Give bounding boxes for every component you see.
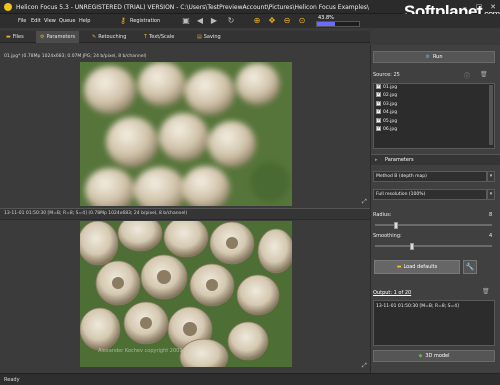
smoothing-slider[interactable]: [375, 242, 492, 250]
helicon-app-icon: [4, 3, 12, 11]
checkbox[interactable]: [376, 108, 381, 117]
tab-text-scale[interactable]: T Text/Scale: [140, 31, 178, 43]
checkbox[interactable]: [376, 91, 381, 100]
list-item[interactable]: 05.jpg: [374, 117, 494, 126]
list-item[interactable]: 06.jpg: [374, 125, 494, 134]
trash-icon[interactable]: 🗑: [482, 288, 490, 295]
menu-bar: File Edit View Queue Help ⚷ Registration…: [0, 14, 500, 28]
checkbox[interactable]: [376, 117, 381, 125]
menu-edit[interactable]: Edit: [31, 18, 41, 24]
gear-icon: ⚙: [40, 34, 45, 40]
cube-icon: ◆: [418, 353, 423, 359]
back-arrow-icon[interactable]: ◀: [195, 16, 205, 26]
run-button[interactable]: ⚙ Run: [373, 51, 495, 63]
window-title: Helicon Focus 5.3 - UNREGISTERED (TRIAL)…: [16, 4, 369, 11]
registration-button[interactable]: Registration: [130, 18, 160, 24]
key-icon[interactable]: ⚷: [118, 16, 128, 26]
checkbox[interactable]: [376, 100, 381, 108]
method-select[interactable]: Method B (depth map): [373, 171, 487, 182]
tab-files[interactable]: ▬ Files: [2, 31, 28, 43]
progress-bar: [316, 21, 360, 27]
parameters-icon: ▸: [375, 157, 378, 163]
save-icon[interactable]: ▣: [181, 16, 191, 26]
tab-retouching[interactable]: ✎ Retouching: [88, 31, 130, 43]
expand-pane-icon[interactable]: ⤢: [362, 198, 367, 206]
expand-pane-icon[interactable]: ⤢: [362, 362, 367, 370]
refresh-icon[interactable]: ↻: [226, 16, 236, 26]
radius-label: Radius:: [373, 212, 392, 218]
trash-icon[interactable]: 🗑: [480, 71, 488, 78]
source-count-label: Source: 25: [373, 72, 400, 78]
status-text: Ready: [4, 377, 20, 383]
menu-help[interactable]: Help: [79, 18, 90, 24]
brush-icon: ✎: [92, 34, 97, 40]
output-count-label[interactable]: Output: 1 of 20: [373, 290, 411, 296]
file-list-scrollbar[interactable]: [489, 85, 493, 145]
radius-slider[interactable]: [375, 221, 492, 229]
smoothing-label: Smoothing:: [373, 233, 402, 239]
radius-slider-thumb[interactable]: [394, 221, 399, 229]
zoom-in-icon[interactable]: ⊕: [252, 16, 262, 26]
tab-parameters[interactable]: ⚙ Parameters: [36, 31, 80, 43]
parameters-section-header[interactable]: ▸ Parameters: [371, 154, 500, 165]
zoom-fit-icon[interactable]: ⊙: [297, 16, 307, 26]
checkbox[interactable]: [376, 84, 381, 91]
tab-saving[interactable]: ▤ Saving: [193, 31, 225, 43]
list-item[interactable]: 04.jpg: [374, 108, 494, 117]
radius-value: 8: [489, 212, 493, 218]
3d-model-button[interactable]: ◆ 3D model: [373, 350, 495, 362]
status-bar: Ready: [0, 373, 500, 385]
result-image-info: 13-11-01 01:50:30 [M=B; R=8; S=4] (0.78M…: [4, 211, 188, 216]
disk-icon: ▤: [197, 34, 202, 40]
chevron-down-icon[interactable]: ▾: [487, 171, 495, 182]
menu-file[interactable]: File: [18, 18, 26, 24]
tab-bar: ▬ Files ⚙ Parameters ✎ Retouching T Text/Sca…: [0, 31, 370, 43]
chevron-down-icon[interactable]: ▾: [487, 189, 495, 200]
smoothing-value: 4: [489, 233, 493, 239]
load-defaults-button[interactable]: ▬ Load defaults: [374, 260, 460, 274]
move-icon[interactable]: ✥: [267, 16, 277, 26]
menu-queue[interactable]: Queue: [59, 18, 75, 24]
list-item[interactable]: 02.jpg: [374, 91, 494, 100]
text-scale-icon: T: [144, 34, 148, 40]
source-file-list[interactable]: 01.jpg 02.jpg 03.jpg 04.jpg 05.jpg 06.jp…: [373, 83, 495, 149]
list-item[interactable]: 01.jpg: [374, 84, 494, 92]
folder-icon: ▬: [6, 34, 11, 40]
source-image-info: 01.jpg* (0.78Mp 1024x683; 0.07M JPG; 24 …: [4, 54, 147, 59]
output-list[interactable]: 13-11-01 01:50:30 [M=B; R=8; S=4]: [373, 300, 495, 346]
info-icon[interactable]: ⓘ: [464, 71, 470, 80]
progress-fill: [317, 22, 336, 26]
zoom-out-icon[interactable]: ⊖: [282, 16, 292, 26]
forward-arrow-icon[interactable]: ▶: [209, 16, 219, 26]
resolution-select[interactable]: Full resolution (100%): [373, 189, 487, 200]
list-item[interactable]: 13-11-01 01:50:30 [M=B; R=8; S=4]: [376, 304, 492, 309]
photo-copyright-watermark: Alexander Kochev copyright 2009: [98, 348, 183, 354]
wrench-icon[interactable]: 🔧: [463, 260, 477, 274]
list-item[interactable]: 03.jpg: [374, 100, 494, 109]
source-image[interactable]: [80, 62, 292, 206]
checkbox[interactable]: [376, 125, 381, 133]
smoothing-slider-thumb[interactable]: [410, 242, 415, 250]
menu-view[interactable]: View: [44, 18, 56, 24]
gear-icon: ⚙: [425, 54, 430, 60]
result-image[interactable]: [80, 221, 292, 367]
folder-icon: ▬: [396, 264, 402, 270]
